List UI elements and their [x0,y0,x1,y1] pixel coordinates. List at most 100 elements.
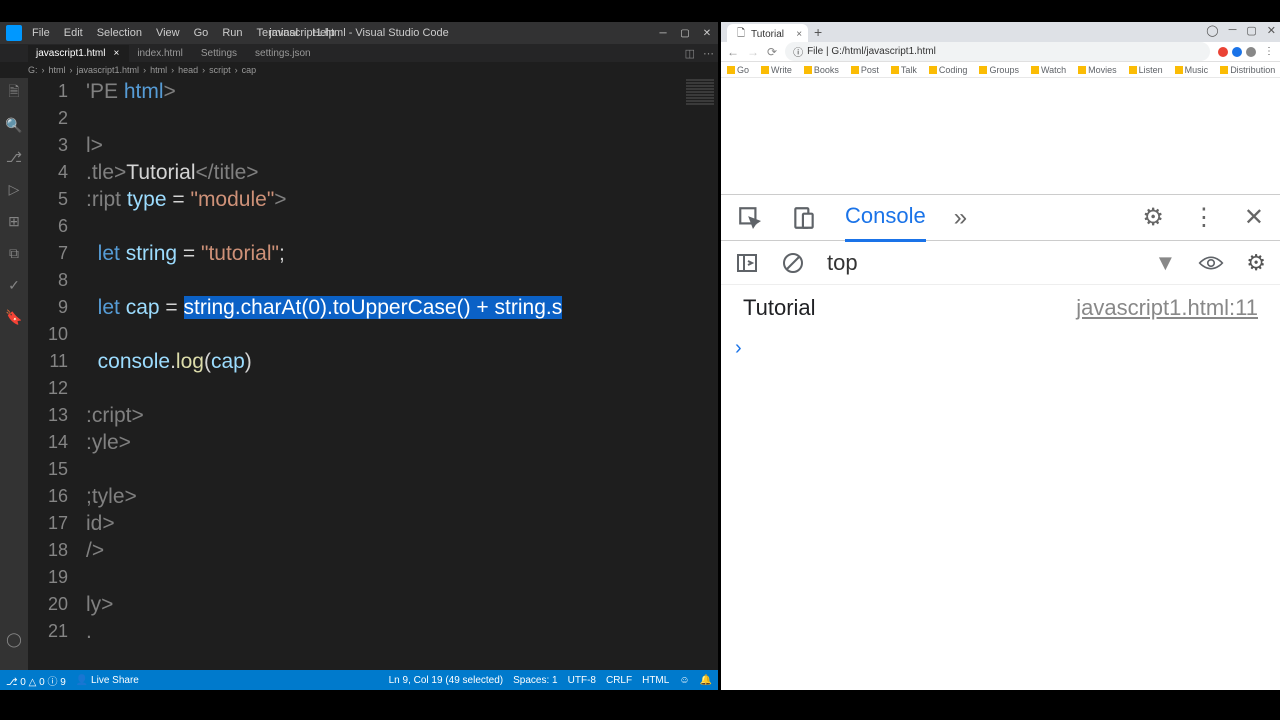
bookmark-item[interactable]: Post [851,65,879,75]
accounts-icon[interactable]: ◯ [5,630,23,648]
menu-selection[interactable]: Selection [97,27,142,39]
window-close-button[interactable]: ✕ [696,22,718,44]
code-line[interactable]: 21. [28,618,718,645]
status-feedback-icon[interactable]: ☺ [679,675,689,686]
code-line[interactable]: 3l> [28,132,718,159]
code-line[interactable]: 5:ript type = "module"> [28,186,718,213]
menu-edit[interactable]: Edit [64,27,83,39]
code-line[interactable]: 15 [28,456,718,483]
breadcrumb-item[interactable]: cap [242,65,257,75]
code-line[interactable]: 17id> [28,510,718,537]
code-line[interactable]: 1'PE html> [28,78,718,105]
devtools-settings-icon[interactable]: ⚙ [1142,203,1164,232]
reload-button[interactable]: ⟳ [767,45,777,59]
source-control-icon[interactable]: ⎇ [5,148,23,166]
extension-icon[interactable] [1218,47,1228,57]
window-close-button[interactable]: ✕ [1267,24,1276,37]
breadcrumb-item[interactable]: G: [28,65,38,75]
console-settings-icon[interactable]: ⚙ [1246,250,1266,276]
menu-go[interactable]: Go [194,27,209,39]
url-input[interactable]: ⓘ File | G:/html/javascript1.html [785,42,1210,61]
window-minimize-button[interactable]: ─ [652,22,674,44]
editor-tab-settings[interactable]: Settings [193,45,247,62]
code-line[interactable]: 2 [28,105,718,132]
tab-close-icon[interactable]: × [796,29,802,40]
test-icon[interactable]: ✓ [5,276,23,294]
bookmark-item[interactable]: Music [1175,65,1209,75]
code-line[interactable]: 18/> [28,537,718,564]
explorer-icon[interactable]: 🗎 [5,84,23,102]
status-bell-icon[interactable]: 🔔 [700,675,712,686]
code-line[interactable]: 8 [28,267,718,294]
extension-icon[interactable] [1232,47,1242,57]
status-encoding[interactable]: UTF-8 [568,675,596,686]
bookmark-item[interactable]: Listen [1129,65,1163,75]
status-cursor[interactable]: Ln 9, Col 19 (49 selected) [389,675,504,686]
code-editor[interactable]: 1'PE html>23l>4.tle>Tutorial</title>5:ri… [28,78,718,690]
bookmark-item[interactable]: Movies [1078,65,1117,75]
bookmark-item[interactable]: Write [761,65,792,75]
breadcrumb-item[interactable]: script [209,65,231,75]
extension-icon[interactable] [1246,47,1256,57]
bookmark-item[interactable]: Groups [979,65,1019,75]
code-line[interactable]: 9 let cap = string.charAt(0).toUpperCase… [28,294,718,321]
console-sidebar-toggle-icon[interactable] [735,251,759,275]
breadcrumb-item[interactable]: html [150,65,167,75]
menu-help[interactable]: Help [312,27,335,39]
chrome-menu-icon[interactable]: ⋮ [1264,46,1274,57]
window-maximize-button[interactable]: ▢ [674,22,696,44]
devtools-close-icon[interactable]: ✕ [1244,203,1264,232]
menu-view[interactable]: View [156,27,180,39]
console-prompt[interactable]: › [721,331,1280,366]
bookmark-item[interactable]: Watch [1031,65,1066,75]
editor-tab-javascript1[interactable]: javascript1.html × [28,45,129,62]
chrome-account-icon[interactable]: ◯ [1206,24,1218,37]
code-line[interactable]: 13:cript> [28,402,718,429]
more-tabs-icon[interactable]: » [954,204,967,232]
menu-file[interactable]: File [32,27,50,39]
back-button[interactable]: ← [727,45,739,59]
clear-console-icon[interactable] [781,251,805,275]
code-line[interactable]: 6 [28,213,718,240]
breadcrumb-item[interactable]: javascript1.html [77,65,140,75]
bookmark-item[interactable]: Distribution [1220,65,1275,75]
breadcrumb-item[interactable]: head [178,65,198,75]
window-minimize-button[interactable]: ─ [1229,24,1237,37]
bookmark-item[interactable]: Books [804,65,839,75]
minimap[interactable] [682,78,718,690]
breadcrumb-item[interactable]: html [49,65,66,75]
code-line[interactable]: 4.tle>Tutorial</title> [28,159,718,186]
menu-run[interactable]: Run [222,27,242,39]
run-debug-icon[interactable]: ▷ [5,180,23,198]
status-eol[interactable]: CRLF [606,675,632,686]
devtools-tab-console[interactable]: Console [845,193,926,242]
devtools-menu-icon[interactable]: ⋮ [1192,203,1216,232]
code-line[interactable]: 20ly> [28,591,718,618]
inspect-element-icon[interactable] [737,205,763,231]
bookmark-item[interactable]: Talk [891,65,917,75]
new-tab-button[interactable]: + [814,24,822,42]
bookmark-icon[interactable]: 🔖 [5,308,23,326]
remote-icon[interactable]: ⧉ [5,244,23,262]
menu-terminal[interactable]: Terminal [257,27,299,39]
window-maximize-button[interactable]: ▢ [1246,24,1256,37]
editor-tab-settings-json[interactable]: settings.json [247,45,321,62]
chrome-tab[interactable]: 🗋 Tutorial × [727,24,808,42]
breadcrumb[interactable]: G: › html › javascript1.html › html › he… [0,62,718,78]
code-line[interactable]: 19 [28,564,718,591]
tab-close-icon[interactable]: × [113,48,119,59]
log-source-link[interactable]: javascript1.html:11 [1076,295,1258,321]
editor-tab-index[interactable]: index.html [129,45,193,62]
vscode-title-bar[interactable]: File Edit Selection View Go Run Terminal… [0,22,718,44]
device-toolbar-icon[interactable] [791,205,817,231]
search-icon[interactable]: 🔍 [5,116,23,134]
forward-button[interactable]: → [747,45,759,59]
split-editor-icon[interactable]: ◫ [685,47,695,60]
code-line[interactable]: 7 let string = "tutorial"; [28,240,718,267]
code-line[interactable]: 16;tyle> [28,483,718,510]
code-line[interactable]: 12 [28,375,718,402]
live-expression-icon[interactable] [1198,254,1224,272]
status-problems[interactable]: ⎇ 0 △ 0 ⓘ 9 [6,673,66,688]
bookmark-item[interactable]: Go [727,65,749,75]
more-actions-icon[interactable]: ⋯ [703,47,714,60]
